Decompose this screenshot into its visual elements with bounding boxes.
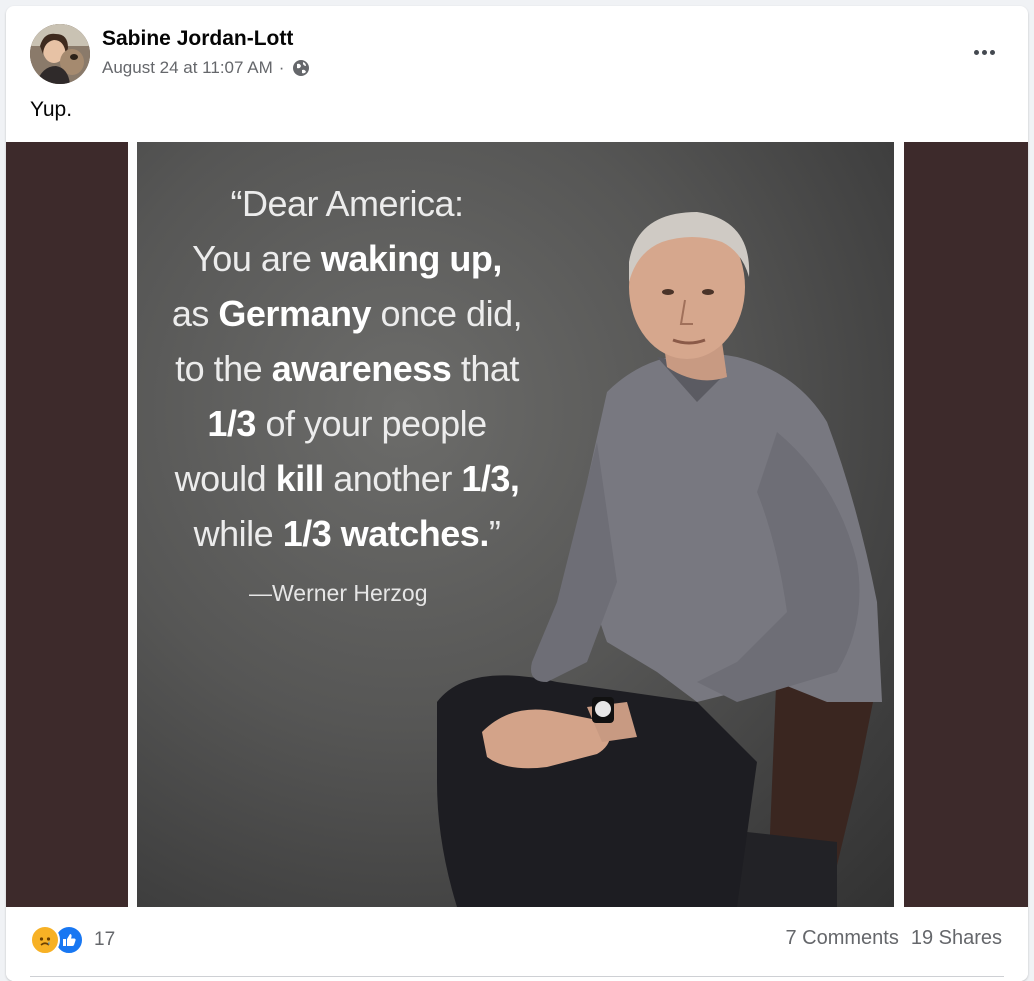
post-image[interactable]: “Dear America: You are waking up, as Germa… (6, 142, 1028, 907)
quote-segment: would (174, 458, 276, 499)
quote-segment: Germany (218, 293, 371, 334)
quote-segment: while (193, 513, 283, 554)
quote-line: “Dear America: (137, 176, 557, 231)
globe-icon[interactable] (292, 59, 310, 77)
meta-separator: · (278, 58, 285, 77)
more-options-icon[interactable] (964, 32, 1004, 72)
quote-attribution: —Werner Herzog (249, 580, 428, 606)
post-caption: Yup. (30, 98, 73, 121)
quote-segment: kill (275, 458, 325, 499)
quote-segment: You are (192, 238, 321, 279)
post-meta: August 24 at 11:07 AM · (102, 58, 310, 78)
post-timestamp[interactable]: August 24 at 11:07 AM (102, 58, 273, 78)
quote-segment: to the (175, 348, 272, 389)
quote-segment: that (451, 348, 520, 389)
author-name[interactable]: Sabine Jordan-Lott (102, 27, 293, 51)
quote-segment: 1/3 (207, 403, 256, 444)
sad-reaction-icon (30, 925, 60, 955)
quote-text: “Dear America: You are waking up, as Germa… (137, 176, 557, 561)
quote-segment: once did, (370, 293, 523, 334)
quote-line: while 1/3 watches.” (137, 506, 557, 561)
author-avatar[interactable] (30, 24, 90, 84)
reaction-count[interactable]: 17 (94, 929, 115, 951)
quote-segment: as (171, 293, 219, 334)
quote-segment: 1/3, (461, 458, 520, 499)
herzog-quote-photo: “Dear America: You are waking up, as Germa… (137, 142, 894, 907)
quote-segment: waking up, (320, 238, 503, 279)
quote-line: You are waking up, (137, 231, 557, 286)
post-card: Sabine Jordan-Lott August 24 at 11:07 AM… (6, 6, 1028, 981)
engagement-stats: 7 Comments 19 Shares (785, 927, 1002, 950)
quote-segment: 1/3 watches. (282, 513, 490, 554)
post-header: Sabine Jordan-Lott August 24 at 11:07 AM… (6, 6, 1028, 106)
comments-count-link[interactable]: 7 Comments (785, 927, 898, 950)
quote-segment: ” (488, 513, 501, 554)
shares-count-link[interactable]: 19 Shares (911, 927, 1002, 950)
footer-divider (30, 976, 1004, 977)
quote-segment: of your people (255, 403, 487, 444)
quote-line: to the awareness that (137, 341, 557, 396)
quote-line: 1/3 of your people (137, 396, 557, 451)
quote-line: as Germany once did, (137, 286, 557, 341)
quote-segment: another (323, 458, 462, 499)
quote-line: would kill another 1/3, (137, 451, 557, 506)
reactions-summary[interactable]: 17 (30, 925, 115, 955)
quote-segment: “Dear America: (230, 183, 464, 224)
quote-segment: awareness (271, 348, 452, 389)
post-footer: 17 7 Comments 19 Shares (6, 907, 1028, 981)
